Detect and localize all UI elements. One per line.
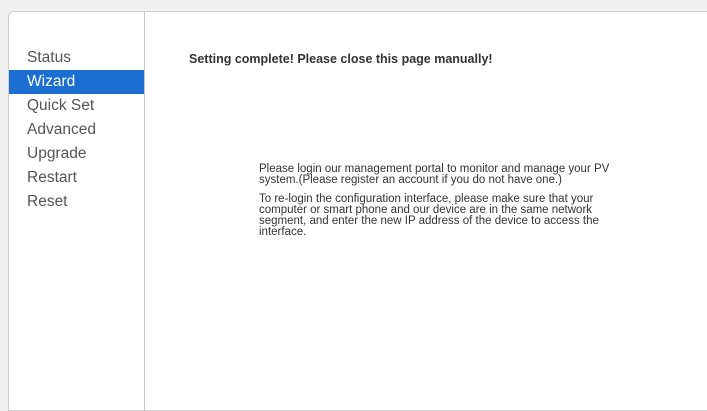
sidebar-item-advanced[interactable]: Advanced — [9, 118, 144, 142]
setting-complete-message: Setting complete! Please close this page… — [189, 52, 493, 66]
main-content: Setting complete! Please close this page… — [145, 12, 707, 410]
sidebar-item-wizard[interactable]: Wizard — [9, 70, 144, 94]
portal-login-paragraph: Please login our management portal to mo… — [259, 163, 610, 186]
info-text: Please login our management portal to mo… — [259, 163, 629, 246]
relogin-paragraph: To re-login the configuration interface,… — [259, 193, 599, 238]
sidebar-nav: Status Wizard Quick Set Advanced Upgrade… — [9, 12, 145, 410]
sidebar-item-upgrade[interactable]: Upgrade — [9, 142, 144, 166]
sidebar-menu: Status Wizard Quick Set Advanced Upgrade… — [9, 12, 144, 214]
sidebar-item-restart[interactable]: Restart — [9, 166, 144, 190]
sidebar-item-quick-set[interactable]: Quick Set — [9, 94, 144, 118]
sidebar-item-reset[interactable]: Reset — [9, 190, 144, 214]
sidebar-item-status[interactable]: Status — [9, 46, 144, 70]
app-frame: Status Wizard Quick Set Advanced Upgrade… — [8, 11, 707, 411]
